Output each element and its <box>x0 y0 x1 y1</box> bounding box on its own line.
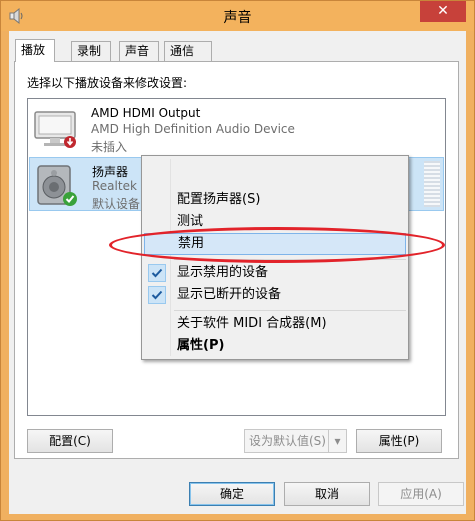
close-icon: ✕ <box>437 3 449 19</box>
menu-item-properties[interactable]: 属性(P) <box>144 335 406 357</box>
device-name: 扬声器 <box>92 165 129 179</box>
chevron-down-icon[interactable]: ▾ <box>328 430 346 452</box>
device-description: AMD High Definition Audio Device <box>91 122 295 136</box>
properties-button[interactable]: 属性(P) <box>356 429 442 453</box>
device-status: 默认设备 <box>92 197 141 211</box>
device-description: Realtek <box>92 179 137 193</box>
tab-recording[interactable]: 录制 <box>71 41 111 61</box>
monitor-icon <box>33 106 77 150</box>
menu-item-show-disabled[interactable]: 显示禁用的设备 <box>144 262 406 284</box>
device-status: 未插入 <box>91 140 128 154</box>
menu-item-show-disconnected[interactable]: 显示已断开的设备 <box>144 284 406 306</box>
context-menu: 配置扬声器(S) 测试 禁用 显示禁用的设备 显示已断开的设备 关于软件 MID… <box>141 155 409 360</box>
cancel-button[interactable]: 取消 <box>284 482 370 506</box>
apply-button[interactable]: 应用(A) <box>378 482 464 506</box>
tab-communications[interactable]: 通信 <box>164 41 212 61</box>
sound-dialog: 声音 ✕ 播放 录制 声音 通信 选择以下播放设备来修改设置: AMD HDMI… <box>0 0 475 521</box>
checkmark-icon <box>148 264 166 282</box>
instruction-label: 选择以下播放设备来修改设置: <box>27 76 188 90</box>
configure-button[interactable]: 配置(C) <box>27 429 113 453</box>
menu-item-test[interactable]: 测试 <box>144 211 406 233</box>
ok-button[interactable]: 确定 <box>189 482 275 506</box>
window-title: 声音 <box>223 10 252 26</box>
speaker-icon <box>34 163 78 207</box>
checkmark-icon <box>148 286 166 304</box>
device-item-hdmi[interactable]: AMD HDMI Output AMD High Definition Audi… <box>29 101 444 155</box>
tab-sounds[interactable]: 声音 <box>119 41 159 61</box>
set-default-button[interactable]: 设为默认值(S) ▾ <box>244 429 347 453</box>
menu-item-disable[interactable]: 禁用 <box>144 233 406 255</box>
volume-level-meter <box>424 161 440 207</box>
menu-separator <box>174 259 406 260</box>
set-default-label: 设为默认值(S) <box>249 434 326 448</box>
close-button[interactable]: ✕ <box>420 1 466 22</box>
menu-separator <box>174 310 406 311</box>
menu-item-label: 显示已断开的设备 <box>177 287 282 302</box>
tab-playback[interactable]: 播放 <box>15 39 55 62</box>
device-name: AMD HDMI Output <box>91 106 201 120</box>
title-bar[interactable]: 声音 ✕ <box>1 1 474 31</box>
menu-item-about-midi[interactable]: 关于软件 MIDI 合成器(M) <box>144 313 406 335</box>
menu-item-configure-speakers[interactable]: 配置扬声器(S) <box>144 189 406 211</box>
menu-item-label: 显示禁用的设备 <box>177 265 269 280</box>
